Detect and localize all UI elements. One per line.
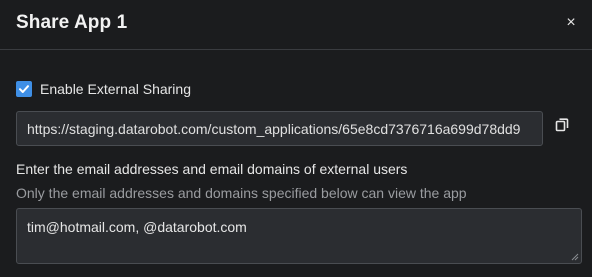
copy-url-button[interactable] (555, 118, 571, 134)
share-app-dialog: Share App 1 × Enable External Sharing En… (0, 0, 592, 277)
emails-sub-instruction: Only the email addresses and domains spe… (16, 185, 467, 201)
share-url-input[interactable] (17, 112, 542, 145)
dialog-header: Share App 1 × (0, 0, 592, 50)
close-icon: × (566, 14, 576, 31)
enable-external-sharing-row[interactable]: Enable External Sharing (16, 80, 191, 98)
close-button[interactable]: × (562, 14, 580, 32)
external-emails-field[interactable]: tim@hotmail.com, @datarobot.com (16, 208, 582, 264)
external-emails-textarea[interactable]: tim@hotmail.com, @datarobot.com (17, 209, 581, 263)
copy-icon (555, 118, 569, 132)
resize-grip-icon[interactable] (571, 253, 579, 261)
enable-external-sharing-label: Enable External Sharing (40, 81, 191, 97)
checkmark-icon (19, 85, 29, 93)
share-url-field[interactable] (16, 111, 543, 146)
enable-external-sharing-checkbox[interactable] (16, 81, 32, 97)
emails-instruction: Enter the email addresses and email doma… (16, 161, 408, 177)
dialog-title: Share App 1 (16, 12, 128, 33)
